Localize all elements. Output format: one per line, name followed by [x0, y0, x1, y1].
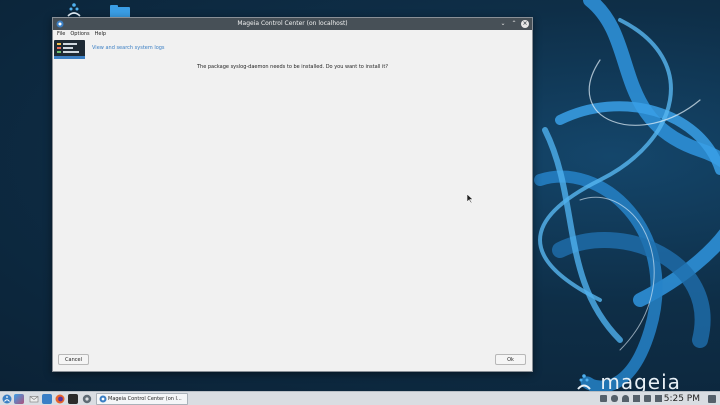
clipboard-icon[interactable] [655, 395, 662, 402]
firefox-icon[interactable] [55, 394, 65, 404]
file-manager-icon[interactable] [42, 394, 52, 404]
close-icon[interactable]: × [521, 20, 529, 28]
control-center-icon [99, 395, 107, 403]
menu-bar: File Options Help [53, 30, 532, 39]
desktop-icon[interactable] [14, 394, 24, 404]
install-prompt-message: The package syslog-daemon needs to be in… [196, 64, 389, 70]
mageia-desktop-icon[interactable] [63, 2, 85, 18]
control-center-window: Mageia Control Center (on localhost) ⌄ ⌃… [52, 17, 533, 372]
mageia-brand: mageia [575, 370, 685, 391]
taskbar: Mageia Control Center (on l... 5:25 PM [0, 391, 720, 405]
menu-file[interactable]: File [57, 30, 65, 39]
brand-text: mageia [600, 370, 681, 391]
battery-icon[interactable] [644, 395, 651, 402]
clock[interactable]: 5:25 PM [664, 392, 700, 405]
task-item-label: Mageia Control Center (on l... [108, 396, 182, 402]
menu-options[interactable]: Options [70, 30, 89, 39]
menu-help[interactable]: Help [95, 30, 106, 39]
show-desktop-icon[interactable] [708, 395, 716, 403]
bluetooth-icon[interactable] [611, 395, 618, 402]
mail-icon[interactable] [29, 394, 39, 404]
mageia-logo-icon [577, 374, 591, 390]
ok-button[interactable]: Ok [495, 354, 526, 365]
settings-icon[interactable] [82, 394, 92, 404]
wifi-icon[interactable] [622, 395, 629, 402]
window-titlebar[interactable]: Mageia Control Center (on localhost) ⌄ ⌃… [53, 18, 532, 30]
control-center-icon [56, 20, 64, 28]
system-tray [600, 395, 662, 403]
terminal-icon[interactable] [68, 394, 78, 404]
taskbar-item-control-center[interactable]: Mageia Control Center (on l... [96, 393, 188, 405]
volume-icon[interactable] [633, 395, 640, 402]
cancel-button[interactable]: Cancel [58, 354, 89, 365]
banner: View and search system logs [53, 39, 532, 61]
network-icon[interactable] [600, 395, 607, 402]
chevron-down-icon[interactable]: ⌄ [499, 20, 507, 28]
window-title: Mageia Control Center (on localhost) [237, 20, 348, 27]
mageia-menu-icon[interactable] [2, 394, 12, 404]
mouse-cursor-icon [467, 194, 473, 203]
view-logs-link[interactable]: View and search system logs [92, 45, 165, 51]
maximize-icon[interactable]: ⌃ [510, 20, 518, 28]
logs-banner-icon [54, 40, 85, 59]
